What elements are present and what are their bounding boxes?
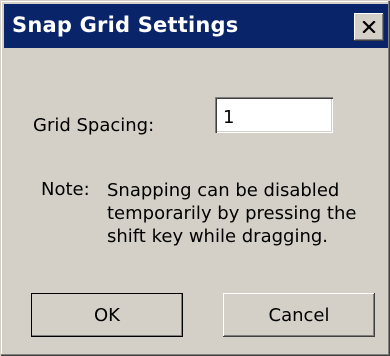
close-icon	[362, 21, 376, 33]
note-line: temporarily by pressing the	[107, 203, 357, 224]
snap-grid-settings-dialog: Snap Grid Settings Grid Spacing: Note: S…	[0, 0, 390, 356]
note-text: Snapping can be disabled temporarily by …	[107, 179, 356, 248]
note-label: Note:	[41, 179, 90, 200]
close-button[interactable]	[354, 13, 384, 41]
note-line: shift key while dragging.	[107, 226, 329, 247]
ok-button[interactable]: OK	[31, 293, 183, 337]
grid-spacing-label: Grid Spacing:	[33, 115, 155, 136]
note-line: Snapping can be disabled	[107, 180, 340, 201]
grid-spacing-input[interactable]	[215, 97, 333, 133]
dialog-title: Snap Grid Settings	[12, 13, 239, 37]
cancel-button[interactable]: Cancel	[223, 293, 375, 337]
title-bar[interactable]: Snap Grid Settings	[4, 4, 388, 48]
